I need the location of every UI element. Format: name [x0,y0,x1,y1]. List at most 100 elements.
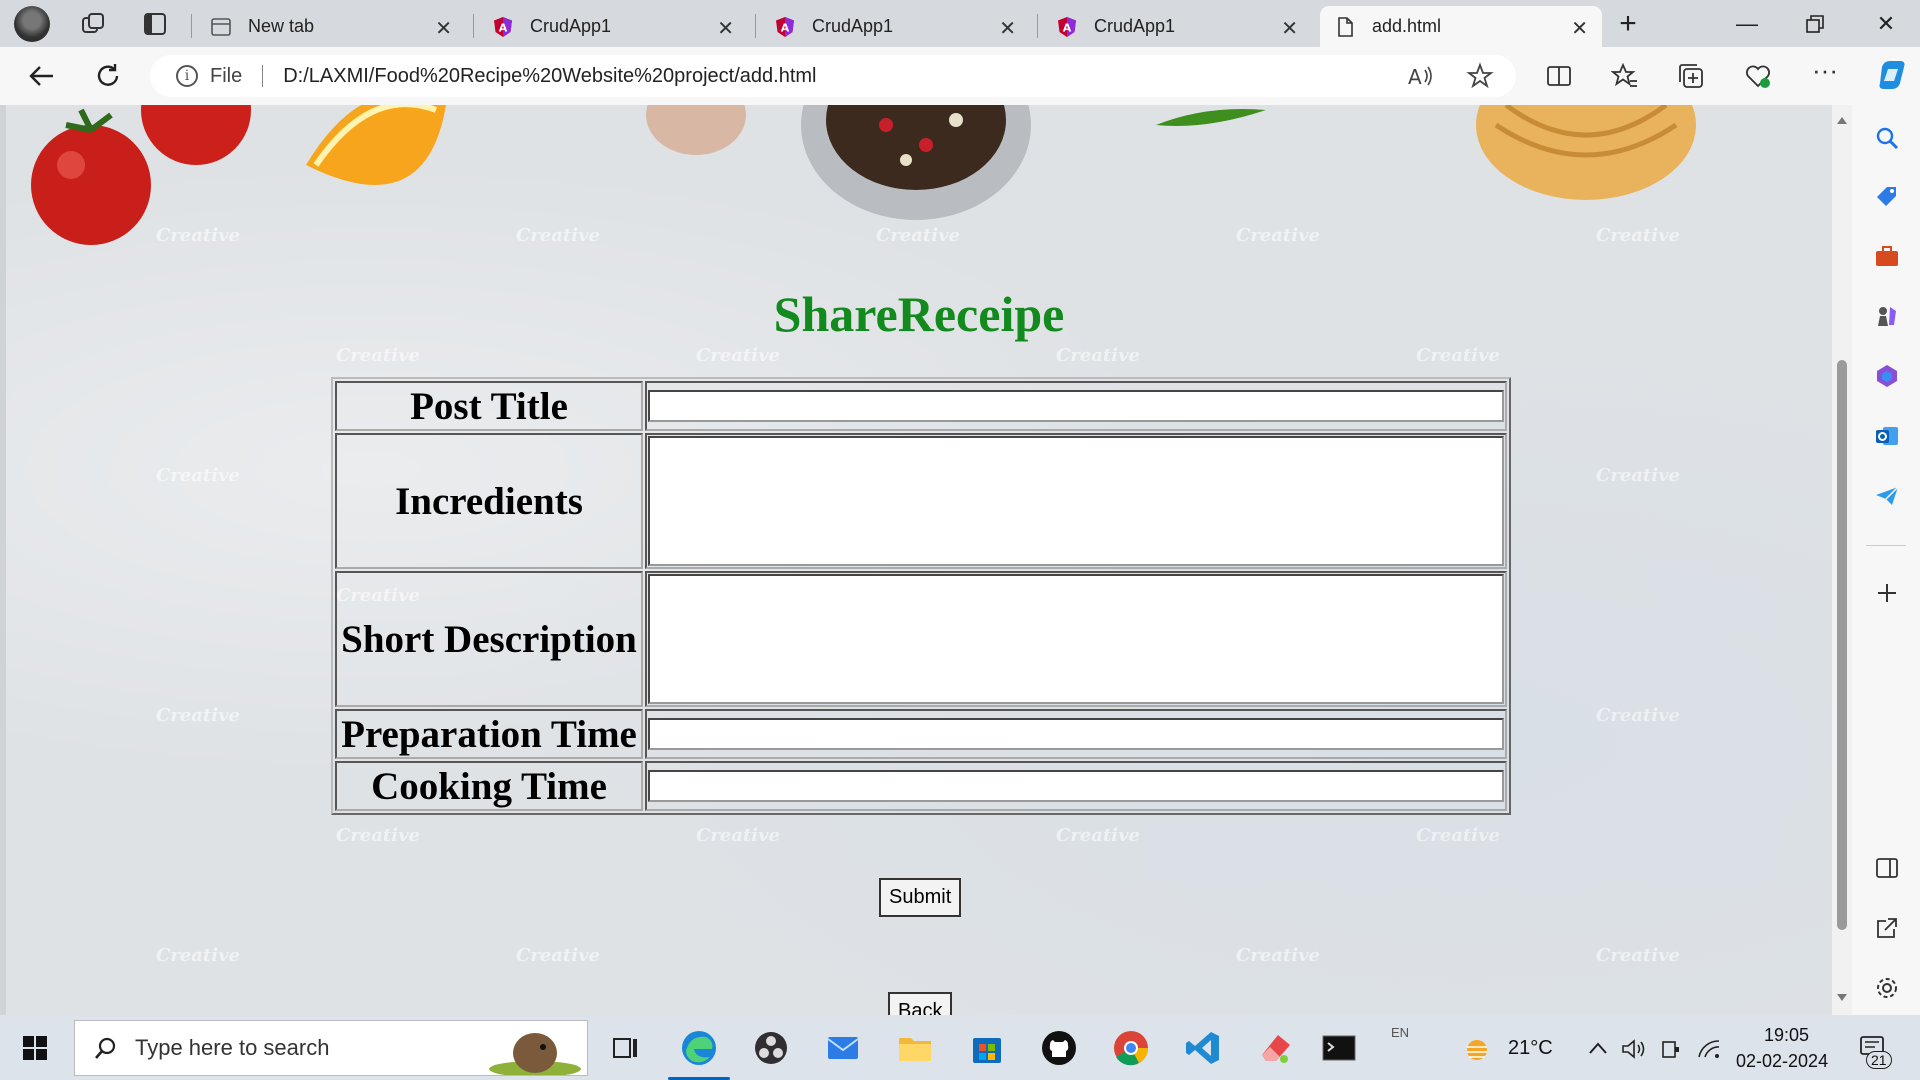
copilot-icon[interactable] [1874,57,1910,93]
short-description-textarea[interactable] [648,574,1504,704]
tab-crudapp1[interactable]: A CrudApp1 ✕ [760,6,1030,47]
weather-temperature[interactable]: 21°C [1508,1037,1553,1060]
close-window-button[interactable]: ✕ [1866,8,1906,40]
refresh-button[interactable] [90,58,126,94]
edge-browser-icon[interactable] [680,1029,718,1067]
field-label: Cooking Time [335,761,643,811]
watermark-text: Creative [156,465,240,486]
peppercorn-graphic [949,113,963,127]
paint-eraser-icon[interactable] [1256,1029,1294,1067]
clock-time[interactable]: 19:05 [1764,1025,1809,1046]
tab-crudapp1[interactable]: A CrudApp1 ✕ [478,6,748,47]
speaker-volume-icon[interactable] [1620,1037,1646,1061]
ingredients-textarea[interactable] [648,436,1504,566]
arrow-left-icon [29,66,53,86]
open-external-icon[interactable] [1874,915,1900,941]
scroll-down-arrow-icon[interactable] [1836,993,1848,1003]
favorite-star-icon[interactable] [1466,62,1494,90]
close-tab-icon[interactable]: ✕ [999,16,1016,41]
close-tab-icon[interactable]: ✕ [717,16,734,41]
tab-separator [755,14,756,38]
read-aloud-icon[interactable]: A [1406,62,1434,90]
close-tab-icon[interactable]: ✕ [1571,16,1588,41]
restore-button[interactable] [1795,8,1835,40]
tab-new-tab[interactable]: New tab ✕ [196,6,466,47]
field-cell [645,571,1507,707]
tab-label: CrudApp1 [1094,16,1176,36]
back-button[interactable] [24,58,60,94]
shopping-tag-icon[interactable] [1874,183,1900,209]
weather-sun-icon[interactable] [1462,1035,1492,1065]
scrollbar-thumb[interactable] [1837,360,1847,930]
field-cell [645,381,1507,431]
microsoft-365-icon[interactable] [1874,363,1900,389]
watermark-text: Creative [696,345,780,366]
clock-date[interactable]: 02-02-2024 [1736,1051,1828,1072]
post-title-input[interactable] [648,390,1504,422]
games-chess-icon[interactable] [1874,303,1900,329]
telegram-send-icon[interactable] [1874,483,1900,509]
back-link-button[interactable]: Back [888,992,953,1015]
chrome-icon[interactable] [1112,1029,1150,1067]
github-icon[interactable] [1040,1029,1078,1067]
watermark-text: Creative [696,825,780,846]
new-tab-button[interactable]: + [1608,7,1648,40]
vscode-icon[interactable] [1184,1029,1222,1067]
scroll-up-arrow-icon[interactable] [1836,115,1848,125]
terminal-icon[interactable] [1320,1029,1358,1067]
page-viewport: Creative Creative Creative Creative Crea… [6,105,1832,1015]
add-plus-icon[interactable] [1874,580,1900,606]
tab-actions-icon[interactable] [142,11,168,37]
favorites-icon[interactable] [1611,62,1639,90]
workspaces-icon[interactable] [80,11,106,37]
wifi-icon[interactable] [1696,1037,1722,1061]
search-icon[interactable] [1874,125,1900,151]
browser-essentials-icon[interactable] [1744,62,1772,90]
tab-crudapp1[interactable]: A CrudApp1 ✕ [1042,6,1312,47]
sidebar-panel-icon[interactable] [1874,855,1900,881]
chevron-up-icon[interactable] [1588,1041,1608,1055]
cooking-time-input[interactable] [648,770,1504,802]
mail-icon[interactable] [824,1029,862,1067]
browser-toolbar: i File D:/LAXMI/Food%20Recipe%20Website%… [0,47,1920,105]
submit-button[interactable]: Submit [879,878,962,917]
tab-separator [1037,14,1038,38]
angular-icon: A [776,16,794,37]
tab-label: CrudApp1 [812,16,894,36]
minimize-button[interactable]: — [1727,8,1767,40]
language-indicator[interactable]: EN [1391,1025,1409,1040]
watermark-text: Creative [1416,345,1500,366]
file-explorer-icon[interactable] [896,1029,934,1067]
tools-briefcase-icon[interactable] [1874,243,1900,269]
obs-studio-icon[interactable] [752,1029,790,1067]
field-label: Post Title [335,381,643,431]
address-bar[interactable]: i File D:/LAXMI/Food%20Recipe%20Website%… [150,55,1516,97]
tab-add-html[interactable]: add.html ✕ [1320,6,1602,47]
url-text[interactable]: D:/LAXMI/Food%20Recipe%20Website%20proje… [283,65,816,88]
taskbar-search-box[interactable]: Type here to search [74,1020,588,1076]
tab-label: New tab [248,16,315,36]
tab-separator [191,14,192,38]
settings-gear-icon[interactable] [1874,975,1900,1001]
close-tab-icon[interactable]: ✕ [435,16,452,41]
profile-avatar[interactable] [14,6,50,42]
battery-device-icon[interactable] [1660,1037,1682,1061]
collections-icon[interactable] [1677,62,1705,90]
task-view-icon[interactable] [606,1029,644,1067]
more-options-icon[interactable]: ··· [1812,55,1840,85]
close-tab-icon[interactable]: ✕ [1281,16,1298,41]
preparation-time-input[interactable] [648,718,1504,750]
field-cell [645,761,1507,811]
info-icon[interactable]: i [176,65,198,87]
windows-start-icon[interactable] [22,1035,48,1061]
scheme-label: File [210,64,243,87]
chili-graphic [1156,109,1266,126]
page-scrollbar[interactable] [1832,105,1852,1015]
outlook-icon[interactable] [1874,423,1900,449]
refresh-icon [97,64,119,86]
windows-taskbar: Type here to search EN 21°C 19:05 02-02-… [0,1015,1920,1080]
field-cell [645,709,1507,759]
tab-label: add.html [1372,16,1442,36]
split-screen-icon[interactable] [1545,62,1573,90]
microsoft-store-icon[interactable] [968,1029,1006,1067]
